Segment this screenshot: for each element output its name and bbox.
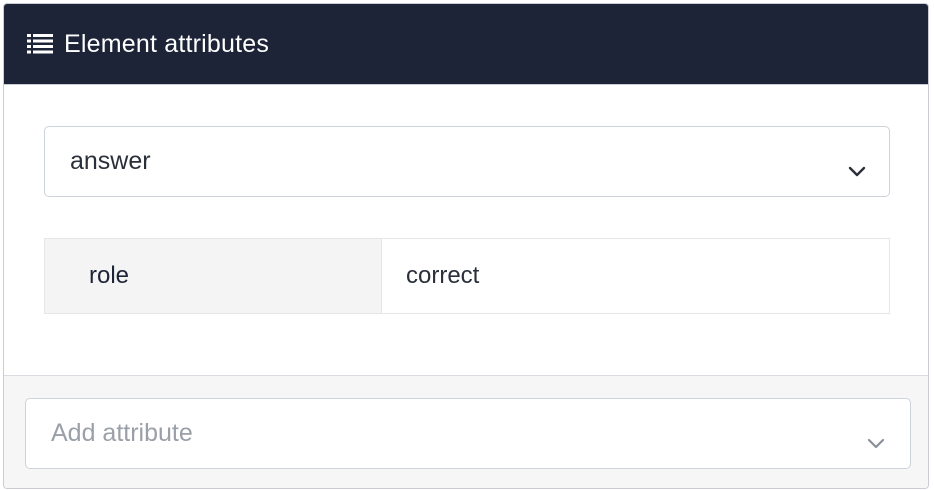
panel-body: answer role correct xyxy=(4,85,928,375)
attribute-key: role xyxy=(45,239,382,313)
element-select[interactable]: answer xyxy=(44,126,890,197)
chevron-down-icon xyxy=(866,428,886,448)
attribute-value-input[interactable]: correct xyxy=(382,239,889,313)
element-attributes-panel: Element attributes answer role correct A… xyxy=(3,3,929,489)
chevron-down-icon xyxy=(847,156,867,176)
panel-header: Element attributes xyxy=(4,4,928,85)
attribute-row: role correct xyxy=(44,238,890,314)
panel-footer: Add attribute xyxy=(4,375,928,488)
add-attribute-select[interactable]: Add attribute xyxy=(25,398,911,469)
list-icon xyxy=(26,33,54,55)
add-attribute-placeholder: Add attribute xyxy=(51,419,193,447)
element-select-value: answer xyxy=(70,147,151,175)
panel-title: Element attributes xyxy=(64,29,270,58)
